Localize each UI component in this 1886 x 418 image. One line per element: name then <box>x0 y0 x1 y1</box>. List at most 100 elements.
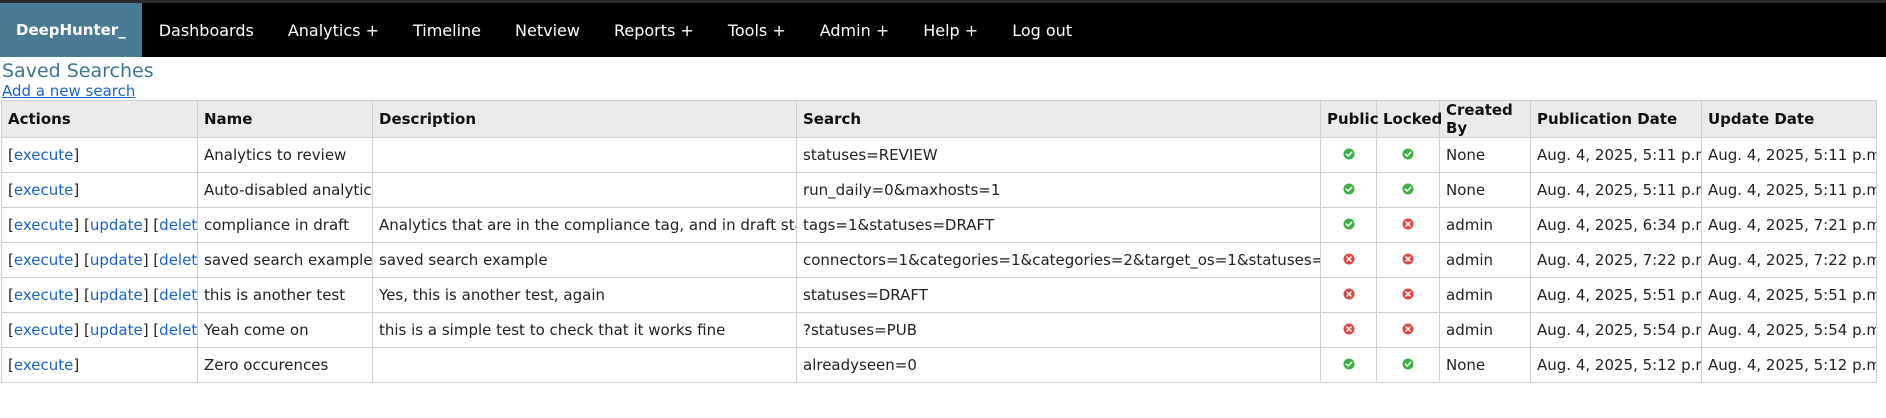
row-locked <box>1376 172 1440 208</box>
nav-logout[interactable]: Log out <box>995 3 1089 57</box>
row-locked <box>1376 207 1440 243</box>
x-circle-icon <box>1402 216 1414 234</box>
row-public <box>1320 312 1377 348</box>
header-name: Name <box>197 100 373 138</box>
nav-timeline[interactable]: Timeline <box>396 3 498 57</box>
table-row: [execute] [update] [delete]saved search … <box>1 242 1877 278</box>
row-publication-date: Aug. 4, 2025, 5:51 p.m. <box>1530 277 1702 313</box>
header-actions: Actions <box>1 100 198 138</box>
row-created-by: None <box>1439 347 1531 383</box>
row-public <box>1320 242 1377 278</box>
row-public <box>1320 137 1377 173</box>
row-publication-date: Aug. 4, 2025, 5:54 p.m. <box>1530 312 1702 348</box>
row-description: Analytics that are in the compliance tag… <box>372 207 797 243</box>
nav-dashboards[interactable]: Dashboards <box>142 3 271 57</box>
nav-help[interactable]: Help + <box>906 3 995 57</box>
row-locked <box>1376 347 1440 383</box>
table-row: [execute] Auto-disabled analytics run_dail… <box>1 172 1877 208</box>
table-body: [execute] Analytics to review statuses=REV… <box>1 137 1877 383</box>
execute-link[interactable]: execute <box>14 286 73 304</box>
nav-analytics[interactable]: Analytics + <box>271 3 396 57</box>
execute-link[interactable]: execute <box>14 181 73 199</box>
row-name: Zero occurences <box>197 347 373 383</box>
row-update-date: Aug. 4, 2025, 5:54 p.m. <box>1701 312 1877 348</box>
row-created-by: None <box>1439 137 1531 173</box>
delete-link[interactable]: delete <box>159 216 196 234</box>
row-name: Auto-disabled analytics <box>197 172 373 208</box>
row-name: Yeah come on <box>197 312 373 348</box>
delete-link[interactable]: delete <box>159 251 196 269</box>
row-created-by: None <box>1439 172 1531 208</box>
row-update-date: Aug. 4, 2025, 7:22 p.m. <box>1701 242 1877 278</box>
row-publication-date: Aug. 4, 2025, 5:11 p.m. <box>1530 137 1702 173</box>
row-name: compliance in draft <box>197 207 373 243</box>
nav-reports[interactable]: Reports + <box>597 3 711 57</box>
update-link[interactable]: update <box>90 286 143 304</box>
row-name: this is another test <box>197 277 373 313</box>
row-publication-date: Aug. 4, 2025, 6:34 p.m. <box>1530 207 1702 243</box>
top-navbar: DeepHunter_ Dashboards Analytics + Timel… <box>0 0 1886 57</box>
page-title: Saved Searches <box>2 60 154 82</box>
x-circle-icon <box>1343 251 1355 269</box>
row-locked <box>1376 312 1440 348</box>
table-row: [execute] [update] [delete]this is anoth… <box>1 277 1877 313</box>
row-description: this is a simple test to check that it w… <box>372 312 797 348</box>
delete-link[interactable]: delete <box>159 321 196 339</box>
table-row: [execute] [update] [delete]Yeah come ont… <box>1 312 1877 348</box>
execute-link[interactable]: execute <box>14 321 73 339</box>
brand-logo[interactable]: DeepHunter_ <box>0 3 142 57</box>
check-circle-icon <box>1402 181 1414 199</box>
row-name: Analytics to review <box>197 137 373 173</box>
row-actions: [execute] [update] [delete] <box>1 207 198 243</box>
row-description: saved search example <box>372 242 797 278</box>
saved-searches-table: Actions Name Description Search Public L… <box>1 100 1877 383</box>
execute-link[interactable]: execute <box>14 251 73 269</box>
check-circle-icon <box>1343 181 1355 199</box>
nav-admin[interactable]: Admin + <box>803 3 906 57</box>
delete-link[interactable]: delete <box>159 286 196 304</box>
row-publication-date: Aug. 4, 2025, 7:22 p.m. <box>1530 242 1702 278</box>
row-publication-date: Aug. 4, 2025, 5:12 p.m. <box>1530 347 1702 383</box>
x-circle-icon <box>1343 321 1355 339</box>
row-created-by: admin <box>1439 277 1531 313</box>
row-search: alreadyseen=0 <box>796 347 1321 383</box>
row-description <box>372 172 797 208</box>
row-update-date: Aug. 4, 2025, 5:11 p.m. <box>1701 137 1877 173</box>
check-circle-icon <box>1402 356 1414 374</box>
nav-netview[interactable]: Netview <box>498 3 597 57</box>
row-public <box>1320 207 1377 243</box>
row-public <box>1320 172 1377 208</box>
row-publication-date: Aug. 4, 2025, 5:11 p.m. <box>1530 172 1702 208</box>
update-link[interactable]: update <box>90 321 143 339</box>
row-search: tags=1&statuses=DRAFT <box>796 207 1321 243</box>
row-actions: [execute] [update] [delete] <box>1 277 198 313</box>
x-circle-icon <box>1402 286 1414 304</box>
table-row: [execute] Analytics to review statuses=REV… <box>1 137 1877 173</box>
row-public <box>1320 277 1377 313</box>
row-locked <box>1376 277 1440 313</box>
row-actions: [execute] <box>1 137 198 173</box>
table-header-row: Actions Name Description Search Public L… <box>1 100 1877 138</box>
nav-tools[interactable]: Tools + <box>711 3 803 57</box>
execute-link[interactable]: execute <box>14 216 73 234</box>
row-name: saved search example <box>197 242 373 278</box>
row-actions: [execute] <box>1 172 198 208</box>
add-search-link[interactable]: Add a new search <box>2 82 135 100</box>
check-circle-icon <box>1343 146 1355 164</box>
update-link[interactable]: update <box>90 216 143 234</box>
row-search: ?statuses=PUB <box>796 312 1321 348</box>
row-actions: [execute] <box>1 347 198 383</box>
table-row: [execute] Zero occurences alreadyseen=0 Non… <box>1 347 1877 383</box>
check-circle-icon <box>1343 216 1355 234</box>
header-search: Search <box>796 100 1321 138</box>
table-row: [execute] [update] [delete]compliance in… <box>1 207 1877 243</box>
execute-link[interactable]: execute <box>14 146 73 164</box>
header-publication-date: Publication Date <box>1530 100 1702 138</box>
row-update-date: Aug. 4, 2025, 7:21 p.m. <box>1701 207 1877 243</box>
x-circle-icon <box>1402 321 1414 339</box>
execute-link[interactable]: execute <box>14 356 73 374</box>
x-circle-icon <box>1343 286 1355 304</box>
update-link[interactable]: update <box>90 251 143 269</box>
row-locked <box>1376 242 1440 278</box>
row-search: run_daily=0&maxhosts=1 <box>796 172 1321 208</box>
